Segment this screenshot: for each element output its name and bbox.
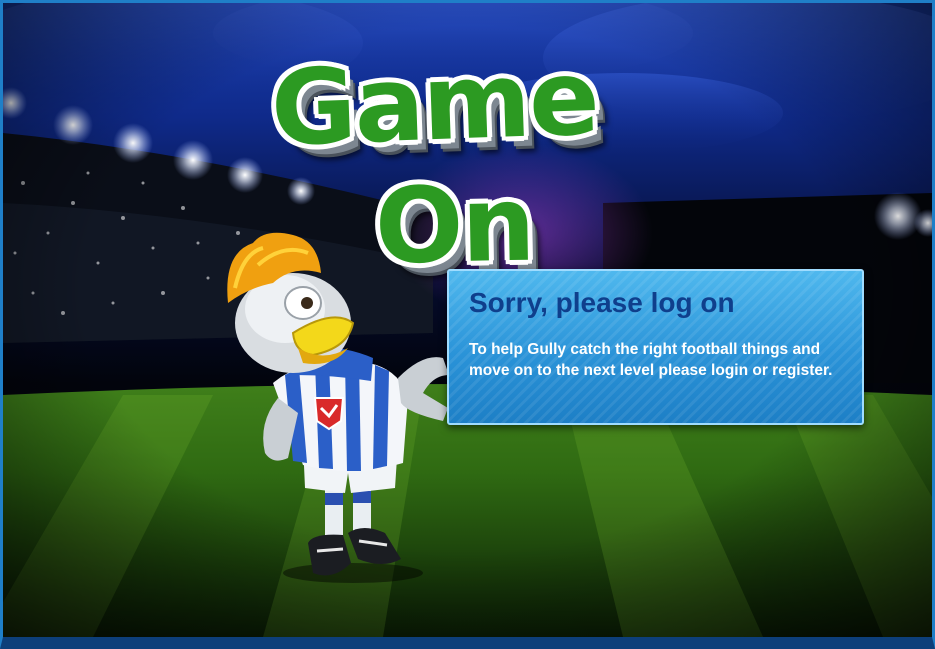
game-frame: Game On Sorry, please log on To help Gul… [0, 0, 935, 649]
game-title-line1: Game [268, 36, 600, 170]
login-required-heading: Sorry, please log on [469, 287, 735, 318]
login-required-panel: Sorry, please log on To help Gully catch… [447, 269, 864, 425]
game-title-line2: On [373, 162, 535, 288]
login-required-text: To help Gully catch the right football t… [469, 341, 833, 379]
